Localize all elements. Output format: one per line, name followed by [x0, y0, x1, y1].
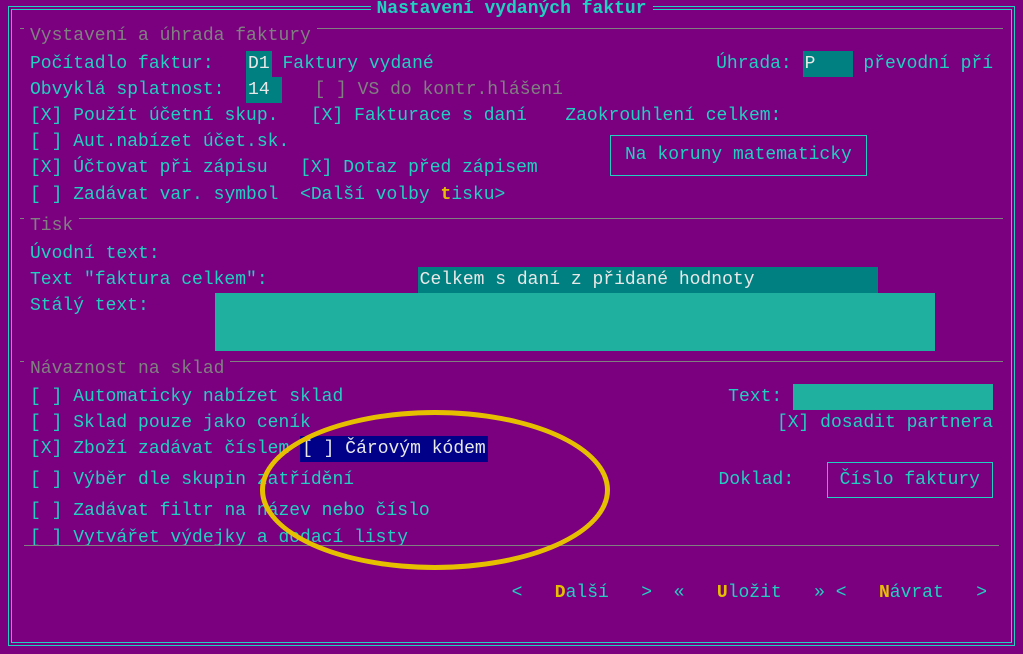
- payment-desc: převodní pří: [863, 51, 993, 77]
- barcode-option[interactable]: [ ] Čárovým kódem: [300, 436, 488, 462]
- perma-textarea[interactable]: [215, 293, 935, 351]
- checkbox-book-write[interactable]: [X]: [30, 155, 73, 181]
- counter-desc: Faktury vydané: [282, 51, 433, 77]
- text-label: Text:: [728, 384, 782, 410]
- section-issuance: Vystavení a úhrada faktury Počítadlo fak…: [20, 28, 1003, 208]
- checkbox-confirm[interactable]: [X]: [300, 155, 343, 181]
- checkbox-name-filter[interactable]: [ ]: [30, 498, 73, 524]
- due-label: Obvyklá splatnost:: [30, 77, 224, 103]
- text-input[interactable]: [793, 384, 993, 410]
- intro-label: Úvodní text:: [30, 241, 160, 267]
- perma-label: Stálý text:: [30, 293, 149, 319]
- checkbox-use-acct[interactable]: [X]: [30, 103, 73, 129]
- checkbox-tax-invoice[interactable]: [X]: [311, 103, 354, 129]
- checkbox-enter-vs[interactable]: [ ]: [30, 182, 73, 208]
- checkbox-group-sel[interactable]: [ ]: [30, 467, 73, 493]
- payment-input[interactable]: P: [803, 51, 853, 77]
- legend-issuance: Vystavení a úhrada faktury: [24, 23, 317, 49]
- checkbox-auto-offer[interactable]: [ ]: [30, 129, 73, 155]
- save-button[interactable]: « Uložit »: [674, 583, 825, 603]
- rounding-button[interactable]: Na koruny matematicky: [610, 135, 867, 175]
- due-input[interactable]: 14: [246, 77, 282, 103]
- counter-input[interactable]: D1: [246, 51, 272, 77]
- section-print: Tisk Úvodní text: Text "faktura celkem":…: [20, 218, 1003, 351]
- doc-label: Doklad:: [719, 467, 795, 493]
- section-stock: Návaznost na sklad [ ] Automaticky nabíz…: [20, 361, 1003, 551]
- checkbox-vs-kontr[interactable]: [ ]: [314, 77, 357, 103]
- total-text-input[interactable]: Celkem s daní z přidané hodnoty: [418, 267, 878, 293]
- legend-print: Tisk: [24, 213, 79, 239]
- legend-stock: Návaznost na sklad: [24, 356, 230, 382]
- checkbox-price-only[interactable]: [ ]: [30, 410, 73, 436]
- checkbox-goods-num[interactable]: [X]: [30, 436, 73, 462]
- payment-label: Úhrada:: [716, 51, 792, 77]
- more-print-link[interactable]: <Další volby tisku>: [300, 182, 505, 208]
- total-text-label: Text "faktura celkem":: [30, 267, 268, 293]
- next-button[interactable]: < Další >: [512, 583, 652, 603]
- footer-bar: < Další > « Uložit » < Návrat >: [24, 545, 999, 632]
- checkbox-fill-partner[interactable]: [X]: [777, 410, 820, 436]
- doc-button[interactable]: Číslo faktury: [827, 462, 993, 498]
- dialog-title: Nastavení vydaných faktur: [370, 0, 652, 22]
- back-button[interactable]: < Návrat >: [836, 583, 987, 603]
- rounding-label: Zaokrouhlení celkem:: [565, 103, 781, 129]
- checkbox-auto-stock[interactable]: [ ]: [30, 384, 73, 410]
- dialog-frame: Nastavení vydaných faktur Vystavení a úh…: [8, 6, 1015, 646]
- counter-label: Počítadlo faktur:: [30, 51, 214, 77]
